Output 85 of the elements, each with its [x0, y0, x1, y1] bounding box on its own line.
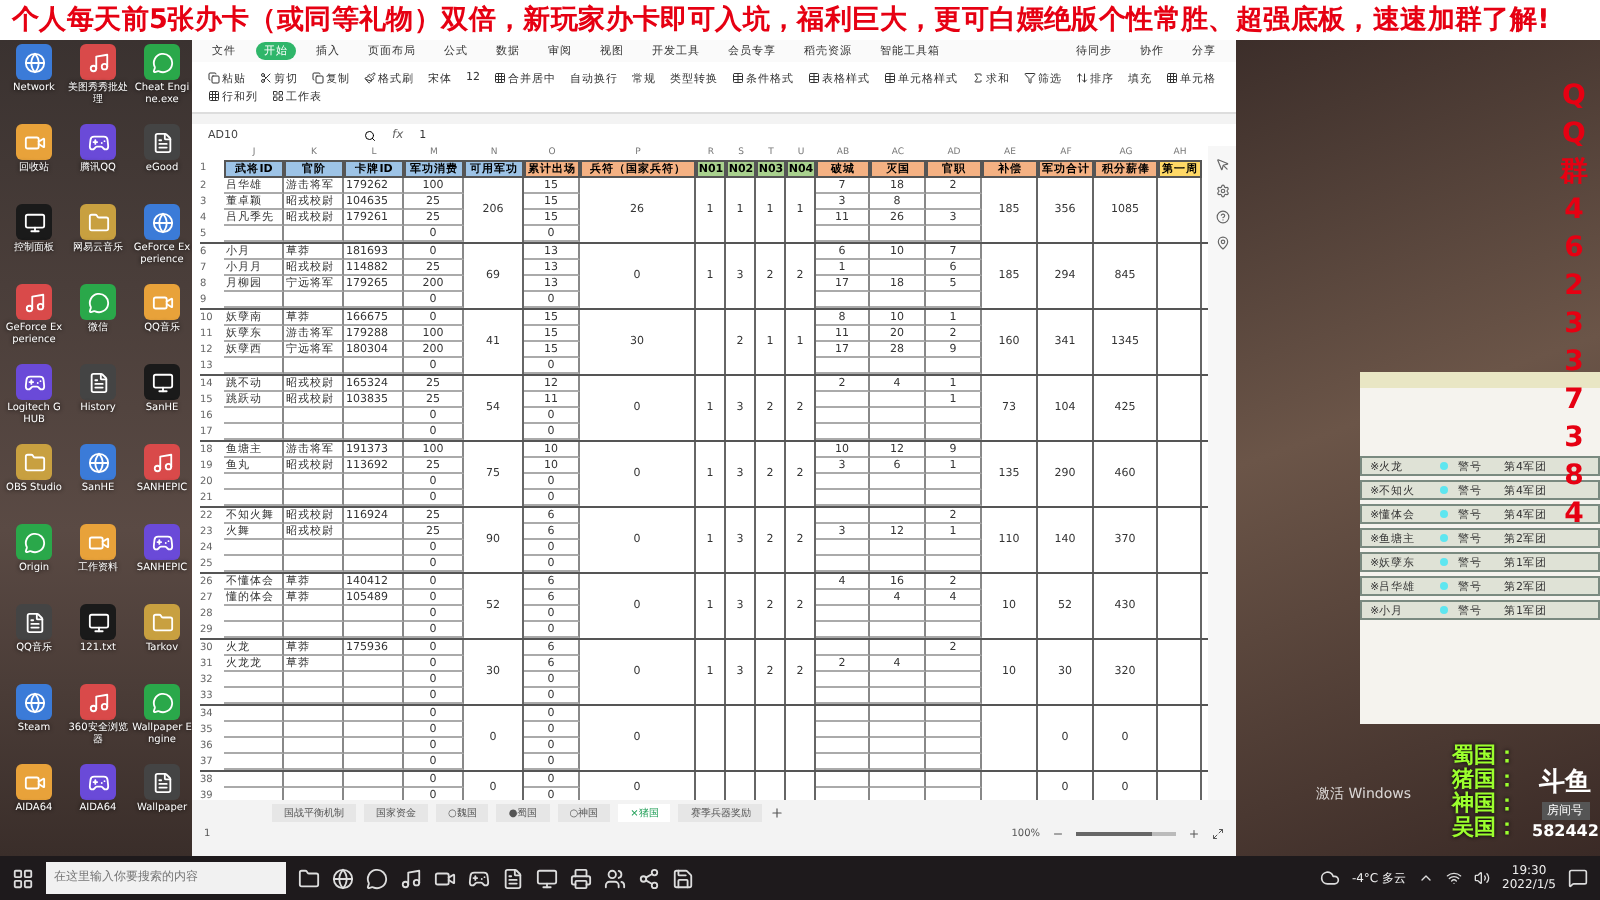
app-icon[interactable]: [638, 867, 660, 889]
ribbon-icon: [272, 90, 284, 102]
ribbon-icon: [1076, 72, 1088, 84]
promo-character: 3: [1564, 346, 1584, 380]
ribbon-icon: [884, 72, 896, 84]
nation-label: 猪国：: [1452, 768, 1518, 792]
promo-character: 群: [1560, 156, 1588, 190]
app-icon[interactable]: [366, 867, 388, 889]
app-icon[interactable]: [80, 444, 116, 480]
ribbon-icon: [312, 72, 324, 84]
nation-label: 神国：: [1452, 792, 1518, 816]
promo-character: 3: [1564, 422, 1584, 456]
app-icon[interactable]: [502, 867, 524, 889]
app-icon[interactable]: [80, 684, 116, 720]
app-icon[interactable]: [16, 684, 52, 720]
promo-character: Q: [1562, 80, 1586, 114]
app-icon[interactable]: [144, 764, 180, 800]
app-icon[interactable]: [80, 364, 116, 400]
promo-character: 4: [1564, 194, 1584, 228]
pointer-icon[interactable]: [1215, 158, 1229, 172]
promo-character: 3: [1564, 308, 1584, 342]
app-icon[interactable]: [144, 604, 180, 640]
nation-label: 蜀国：: [1452, 744, 1518, 768]
empty-cell: [870, 260, 926, 276]
nation-label: 吴国：: [1452, 816, 1518, 840]
promo-banner: 个人每天前5张办卡（或同等礼物）双倍，新玩家办卡即可入坑，福利巨大，更可白嫖绝版个性常胜、超强底板，速速加群了解!: [0, 0, 1600, 40]
ribbon-icon: [208, 72, 220, 84]
app-icon[interactable]: [80, 124, 116, 160]
add-sheet-icon[interactable]: [770, 805, 785, 819]
ribbon-icon: [494, 72, 506, 84]
app-icon[interactable]: [16, 124, 52, 160]
ribbon-icon: [808, 72, 820, 84]
help-icon[interactable]: [1215, 210, 1229, 224]
app-icon[interactable]: [16, 364, 52, 400]
ribbon-icon: [364, 72, 376, 84]
app-icon[interactable]: [16, 44, 52, 80]
app-icon[interactable]: [570, 867, 592, 889]
app-icon[interactable]: [80, 284, 116, 320]
empty-cell: [926, 194, 982, 210]
search-icon[interactable]: [364, 129, 376, 141]
ribbon-icon: [1166, 72, 1178, 84]
settings-icon[interactable]: [1215, 184, 1229, 198]
app-icon[interactable]: [298, 867, 320, 889]
cloud-icon: [1319, 868, 1340, 888]
chevron-up-icon[interactable]: [1418, 870, 1435, 886]
app-icon[interactable]: [80, 764, 116, 800]
app-icon[interactable]: [672, 867, 694, 889]
app-icon[interactable]: [536, 867, 558, 889]
ribbon-icon: [732, 72, 744, 84]
ribbon-icon: [1024, 72, 1036, 84]
app-icon[interactable]: [80, 604, 116, 640]
wifi-icon[interactable]: [1446, 870, 1463, 886]
app-icon[interactable]: [468, 867, 490, 889]
app-icon[interactable]: [16, 204, 52, 240]
app-icon[interactable]: [80, 204, 116, 240]
app-icon[interactable]: [144, 124, 180, 160]
app-icon[interactable]: [16, 284, 52, 320]
stream-logo: 斗鱼: [1539, 766, 1592, 800]
app-icon[interactable]: [144, 444, 180, 480]
ribbon-icon: [972, 72, 984, 84]
app-icon[interactable]: [16, 764, 52, 800]
zoom-in-icon[interactable]: [1188, 828, 1200, 840]
start-icon[interactable]: [12, 867, 34, 889]
pin-icon[interactable]: [1215, 236, 1229, 250]
volume-icon[interactable]: [1474, 870, 1491, 886]
promo-character: 2: [1564, 270, 1584, 304]
app-icon[interactable]: [144, 44, 180, 80]
app-icon[interactable]: [144, 524, 180, 560]
app-icon[interactable]: [144, 364, 180, 400]
app-icon[interactable]: [16, 604, 52, 640]
notification-icon[interactable]: [1568, 868, 1588, 888]
ribbon-icon: [208, 90, 220, 102]
app-icon[interactable]: [144, 684, 180, 720]
app-icon[interactable]: [16, 524, 52, 560]
app-icon[interactable]: [144, 204, 180, 240]
app-icon[interactable]: [434, 867, 456, 889]
app-icon[interactable]: [80, 44, 116, 80]
room-number: 582442: [1532, 822, 1599, 840]
ribbon-icon: [260, 72, 272, 84]
promo-character: Q: [1562, 118, 1586, 152]
app-icon[interactable]: [332, 867, 354, 889]
app-icon[interactable]: [604, 867, 626, 889]
app-icon[interactable]: [400, 867, 422, 889]
promo-character: 6: [1564, 232, 1584, 266]
promo-character: 7: [1564, 384, 1584, 418]
